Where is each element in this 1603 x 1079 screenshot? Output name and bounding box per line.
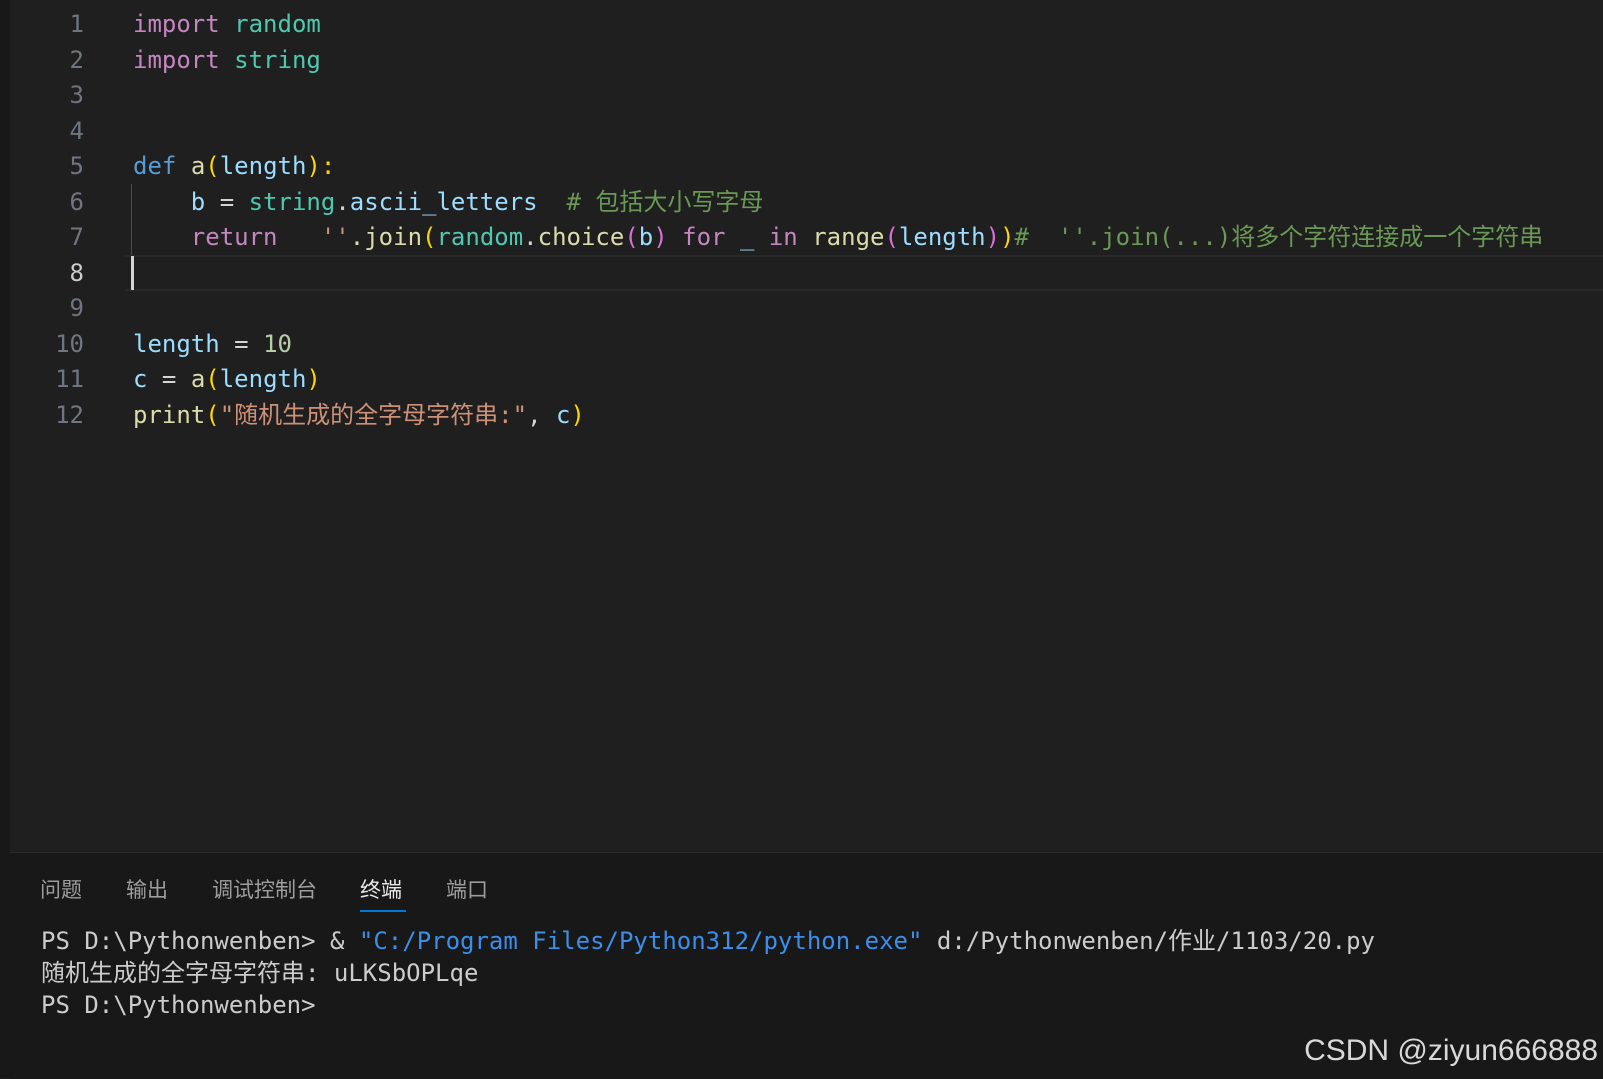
terminal-line[interactable]: PS D:\Pythonwenben> (41, 989, 316, 1021)
code-text: length = 10 (133, 330, 292, 358)
tab-terminal[interactable]: 终端 (360, 875, 402, 905)
tab-ports[interactable]: 端口 (446, 875, 488, 905)
code-line[interactable]: 1 import random (10, 6, 1603, 42)
code-line[interactable]: 11 c = a(length) (10, 361, 1603, 397)
line-number: 11 (55, 365, 84, 393)
line-number: 6 (69, 188, 84, 216)
line-number: 4 (69, 117, 84, 145)
code-text: print("随机生成的全字母字符串:", c) (133, 401, 585, 429)
code-text: def a(length): (133, 152, 336, 180)
line-number: 10 (55, 330, 84, 358)
line-number: 5 (69, 152, 84, 180)
tab-output[interactable]: 输出 (126, 875, 168, 905)
code-line[interactable]: 3 (10, 77, 1603, 113)
code-text: c = a(length) (133, 365, 321, 393)
terminal-line[interactable]: 随机生成的全字母字符串: uLKSbOPLqe (41, 957, 478, 989)
active-tab-indicator (360, 910, 406, 912)
terminal-line[interactable]: PS D:\Pythonwenben> & "C:/Program Files/… (41, 925, 1375, 957)
code-line[interactable]: 10 length = 10 (10, 326, 1603, 362)
code-text: return ''.join(random.choice(b) for _ in… (190, 223, 1544, 251)
line-number: 2 (69, 46, 84, 74)
tab-debug-console[interactable]: 调试控制台 (212, 875, 317, 905)
code-text: import random (133, 10, 321, 38)
code-line-current[interactable]: 8 (10, 255, 1603, 291)
code-line[interactable]: 9 (10, 290, 1603, 326)
code-text: b = string.ascii_letters # 包括大小写字母 (190, 188, 764, 216)
line-number: 12 (55, 401, 84, 429)
line-number: 8 (69, 259, 84, 287)
code-line[interactable]: 2 import string (10, 42, 1603, 78)
code-editor[interactable]: 1 import random 2 import string 3 4 5 de… (10, 0, 1603, 852)
code-text: import string (133, 46, 321, 74)
tab-problems[interactable]: 问题 (40, 875, 82, 905)
watermark: CSDN @ziyun666888 (1304, 1034, 1598, 1067)
line-number: 9 (69, 294, 84, 322)
line-number: 3 (69, 81, 84, 109)
code-line[interactable]: 5 def a(length): (10, 148, 1603, 184)
activity-bar-edge (0, 0, 10, 1078)
code-line[interactable]: 4 (10, 113, 1603, 149)
line-number: 7 (69, 223, 84, 251)
line-number: 1 (69, 10, 84, 38)
code-line[interactable]: 6 b = string.ascii_letters # 包括大小写字母 (10, 184, 1603, 220)
code-line[interactable]: 12 print("随机生成的全字母字符串:", c) (10, 397, 1603, 433)
code-line[interactable]: 7 return ''.join(random.choice(b) for _ … (10, 219, 1603, 255)
